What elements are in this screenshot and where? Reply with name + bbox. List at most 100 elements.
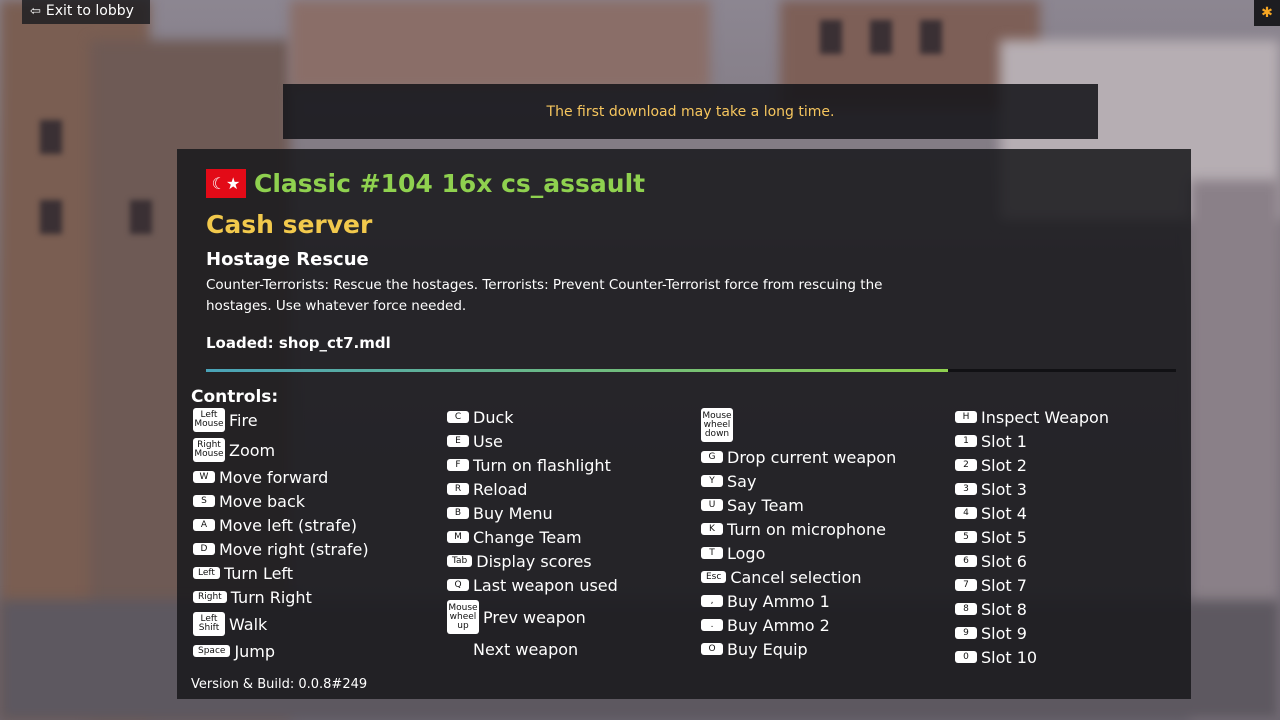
game-mode: Hostage Rescue [206,249,369,270]
control-action: Drop current weapon [727,447,897,467]
download-notice: The first download may take a long time. [283,84,1098,139]
key-badge: S [193,495,215,507]
control-action: Slot 6 [981,551,1027,571]
control-row: Tab Display scores [447,549,618,573]
control-action: Buy Ammo 1 [727,591,830,611]
control-row: Y Say [701,469,896,493]
control-row: Left Shift Walk [193,609,369,639]
key-badge: 9 [955,627,977,639]
control-row: U Say Team [701,493,896,517]
sign-out-icon: ⇦ [30,3,41,19]
version-build-label: Version & Build: 0.0.8#249 [191,677,368,692]
control-action: Say Team [727,495,804,515]
key-badge: G [701,451,723,463]
key-badge: Y [701,475,723,487]
server-title-row: ☾★ Classic #104 16x cs_assault [206,169,645,198]
control-action: Move back [219,491,306,511]
control-action: Duck [473,407,514,427]
control-action: Buy Menu [473,503,553,523]
control-row: Right Turn Right [193,585,369,609]
controls-heading: Controls: [191,387,279,407]
loading-progress-fill [206,369,949,372]
control-action: Slot 8 [981,599,1027,619]
background-window [130,200,152,234]
key-badge: Q [447,579,469,591]
control-action: Say [727,471,757,491]
key-badge: Tab [447,555,473,567]
control-action: Jump [234,641,276,661]
control-action: Move forward [219,467,329,487]
control-action: Last weapon used [473,575,618,595]
control-row: 1 Slot 1 [955,429,1109,453]
exit-to-lobby-button[interactable]: ⇦ Exit to lobby [22,0,150,24]
paw-icon[interactable]: ✱ [1254,0,1280,26]
key-badge: Space [193,645,231,657]
control-action: Buy Equip [727,639,808,659]
control-row: 6 Slot 6 [955,549,1109,573]
control-row: Mouse wheel up Prev weapon [447,597,618,637]
control-row: A Move left (strafe) [193,513,369,537]
mode-description: Counter-Terrorists: Rescue the hostages.… [206,277,883,314]
key-badge: U [701,499,723,511]
key-badge: O [701,643,723,655]
control-row: . Buy Ammo 2 [701,613,896,637]
control-action: Zoom [229,440,276,460]
key-badge: 6 [955,555,977,567]
control-action: Reload [473,479,528,499]
control-action: Move left (strafe) [219,515,357,535]
control-action: Walk [229,614,268,634]
control-row: E Use [447,429,618,453]
key-badge: Esc [701,571,727,583]
control-row: H Inspect Weapon [955,405,1109,429]
control-row: 3 Slot 3 [955,477,1109,501]
control-row: W Move forward [193,465,369,489]
control-row: , Buy Ammo 1 [701,589,896,613]
control-row: Space Jump [193,639,369,663]
control-action: Slot 1 [981,431,1027,451]
control-row: Q Last weapon used [447,573,618,597]
control-row: O Buy Equip [701,637,896,661]
server-type: Cash server [206,210,373,239]
control-row: T Logo [701,541,896,565]
key-badge: Left [193,567,220,579]
control-row: Esc Cancel selection [701,565,896,589]
controls-column-4: H Inspect Weapon 1 Slot 1 2 Slot 2 3 Slot 3 … [955,405,1109,669]
control-action: Cancel selection [730,567,862,587]
key-badge: Left Shift [193,612,225,636]
key-badge: T [701,547,723,559]
key-badge: . [701,619,723,631]
key-badge: , [701,595,723,607]
exit-to-lobby-label: Exit to lobby [45,3,134,19]
control-row: 4 Slot 4 [955,501,1109,525]
control-action: Slot 3 [981,479,1027,499]
key-badge: F [447,459,469,471]
control-row: 5 Slot 5 [955,525,1109,549]
control-row: Next weapon [447,637,618,661]
control-action: Logo [727,543,766,563]
key-badge: D [193,543,215,555]
server-info-panel: ☾★ Classic #104 16x cs_assault Cash serv… [177,149,1191,699]
control-action: Slot 4 [981,503,1027,523]
background-window [40,200,62,234]
key-badge: Left Mouse [193,408,225,432]
control-row: D Move right (strafe) [193,537,369,561]
control-action: Next weapon [473,639,579,659]
background-window [870,20,892,54]
key-badge: 2 [955,459,977,471]
control-action: Turn Right [230,587,312,607]
loading-status: Loaded: shop_ct7.mdl [206,334,391,352]
key-badge: W [193,471,215,483]
key-badge: M [447,531,469,543]
key-badge: 3 [955,483,977,495]
key-badge: Right Mouse [193,438,225,462]
control-action: Slot 2 [981,455,1027,475]
key-badge: 4 [955,507,977,519]
control-action: Turn on microphone [727,519,886,539]
control-row: S Move back [193,489,369,513]
background-building [290,0,710,90]
control-action: Turn Left [223,563,294,583]
control-row: G Drop current weapon [701,445,896,469]
controls-column-1: Left Mouse Fire Right Mouse Zoom W Move for… [193,405,369,663]
control-action: Fire [229,410,258,430]
game-loading-screen: ⇦ Exit to lobby ✱ The first download may… [0,0,1280,720]
